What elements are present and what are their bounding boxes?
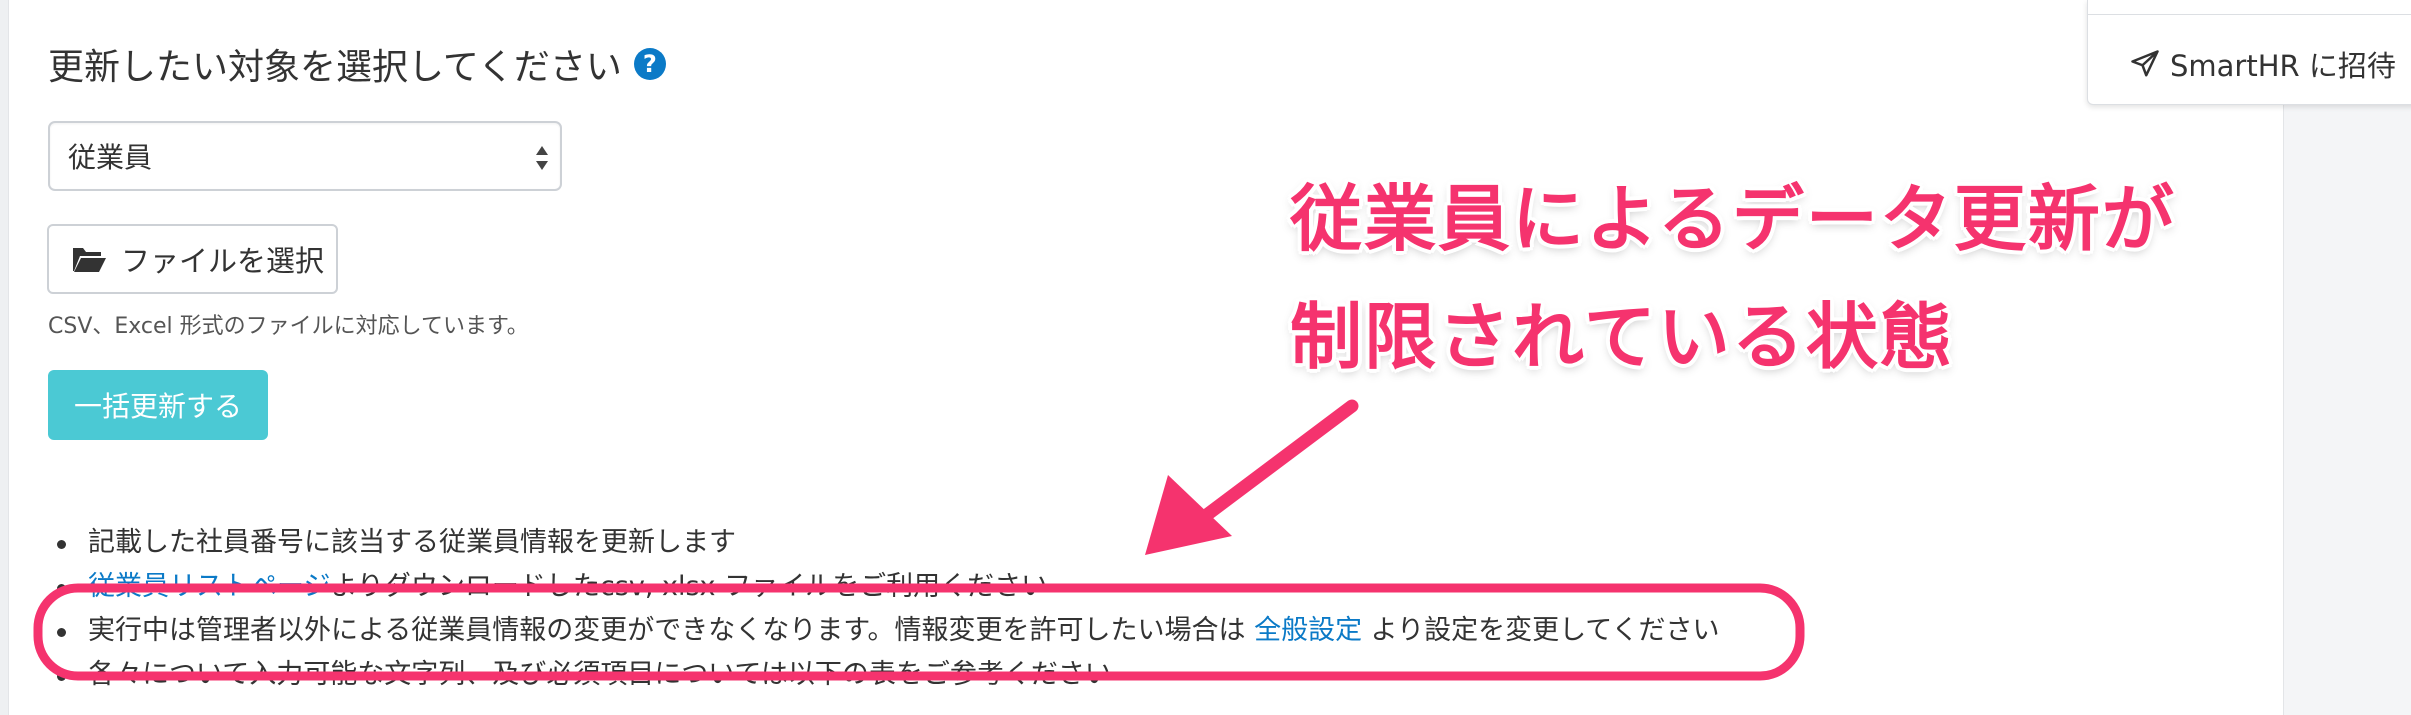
note-item: 記載した社員番号に該当する従業員情報を更新します: [0, 523, 2270, 567]
note-text: 各々について入力可能な文字列、及び必須項目については以下の表をご参考ください: [88, 659, 1112, 690]
invite-label: SmartHR に招待: [2170, 49, 2396, 83]
update-target-selected-value: 従業員: [68, 141, 153, 174]
page-title: 更新したい対象を選択してください: [48, 47, 622, 88]
bullet-dot: [57, 628, 66, 637]
menu-divider: [2088, 14, 2411, 15]
bullet-dot: [57, 584, 66, 593]
annotation-arrow-shaft: [1185, 399, 1359, 533]
note-text: 記載した社員番号に該当する従業員情報を更新します: [88, 527, 736, 558]
help-icon[interactable]: ?: [633, 48, 666, 80]
paper-plane-icon: [2131, 50, 2159, 77]
choose-file-button[interactable]: ファイルを選択: [47, 224, 338, 294]
bullet-dot: [57, 672, 66, 681]
notes-list: 記載した社員番号に該当する従業員情報を更新します 従業員リストページよりダウンロ…: [0, 523, 2270, 699]
annotation-caption-line1: 従業員によるデータ更新が: [1290, 177, 2176, 261]
file-format-help-text: CSV、Excel 形式のファイルに対応しています。: [48, 314, 529, 339]
folder-open-icon: [73, 248, 106, 272]
note-text: より設定を変更してください: [1362, 615, 1720, 646]
note-text: よりダウンロードしたcsv, xlsx ファイルをご利用ください: [330, 571, 1049, 602]
annotation-caption-line2: 制限されている状態: [1290, 295, 1954, 379]
bulk-update-button[interactable]: 一括更新する: [48, 370, 268, 440]
bullet-dot: [57, 540, 66, 549]
note-item: 実行中は管理者以外による従業員情報の変更ができなくなります。情報変更を許可したい…: [0, 611, 2270, 655]
general-settings-link[interactable]: 全般設定: [1254, 615, 1362, 646]
section-heading: 更新したい対象を選択してください ?: [48, 38, 666, 90]
right-side-panel: [2283, 0, 2411, 715]
select-arrows-icon: [536, 146, 548, 170]
user-dropdown-menu: SmartHR に招待: [2087, 0, 2411, 105]
invite-to-smarthr-menu-item[interactable]: SmartHR に招待: [2130, 46, 2396, 83]
employee-list-page-link[interactable]: 従業員リストページ: [88, 571, 330, 602]
update-target-select[interactable]: 従業員: [48, 121, 562, 191]
choose-file-label: ファイルを選択: [121, 244, 325, 278]
note-text: 実行中は管理者以外による従業員情報の変更ができなくなります。情報変更を許可したい…: [88, 615, 1255, 646]
note-item: 従業員リストページよりダウンロードしたcsv, xlsx ファイルをご利用くださ…: [0, 567, 2270, 611]
note-item: 各々について入力可能な文字列、及び必須項目については以下の表をご参考ください: [0, 655, 2270, 699]
